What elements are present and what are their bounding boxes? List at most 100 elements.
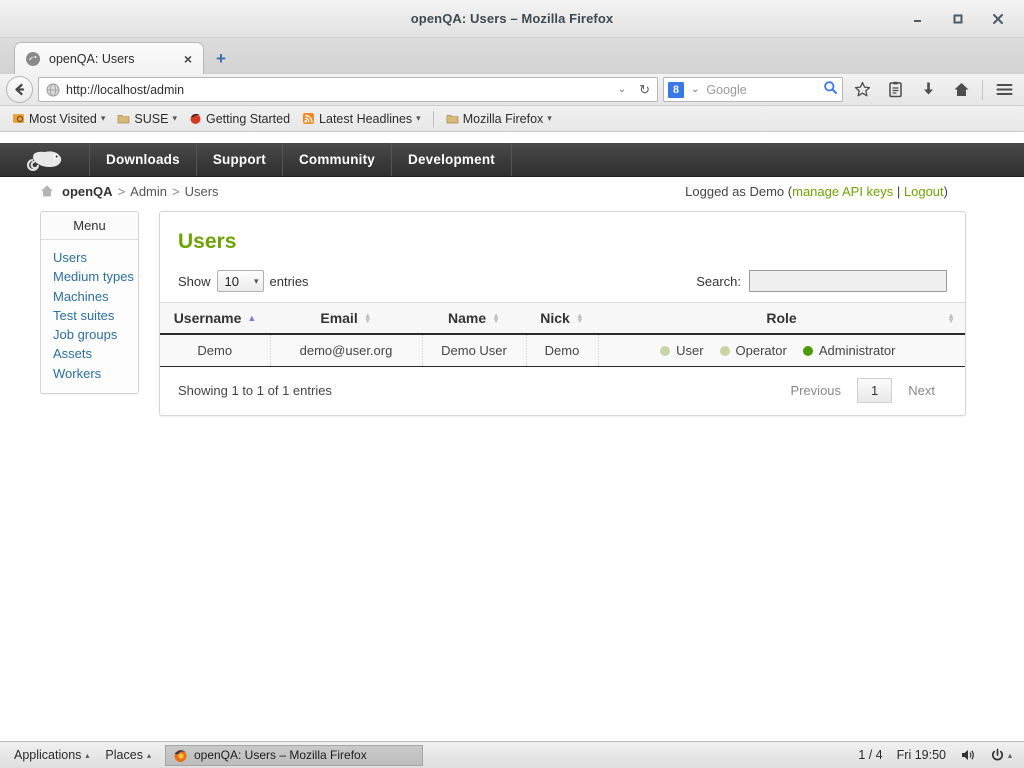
column-header-email[interactable]: Email ▲ ▼: [270, 302, 422, 335]
column-header-username[interactable]: Username ▲: [160, 302, 270, 335]
bookmark-mozilla-firefox[interactable]: Mozilla Firefox ▾: [440, 110, 558, 128]
page-length-control: Show 10 ▾ entries: [178, 270, 309, 292]
taskbar-window-firefox[interactable]: openQA: Users – Mozilla Firefox: [164, 744, 423, 766]
home-icon[interactable]: [40, 184, 54, 198]
breadcrumb-separator: >: [117, 183, 126, 199]
role-status-dot: [660, 345, 671, 356]
column-header-name[interactable]: Name ▲ ▼: [422, 302, 526, 335]
sidebar-menu: Menu Users Medium types Machines Test su…: [40, 211, 139, 395]
magnifier-icon[interactable]: [823, 80, 838, 100]
globe-icon: [46, 83, 60, 97]
sort-both-icon: ▲ ▼: [947, 311, 955, 325]
site-nav-downloads[interactable]: Downloads: [90, 143, 197, 176]
breadcrumb-item-admin[interactable]: Admin: [130, 184, 167, 199]
manage-api-keys-link[interactable]: manage API keys: [792, 184, 893, 199]
cell-name: Demo User: [422, 334, 527, 367]
places-menu[interactable]: Places ▴: [97, 748, 159, 762]
sidebar-item-machines[interactable]: Machines: [53, 287, 138, 306]
back-button[interactable]: [6, 76, 33, 103]
column-header-role[interactable]: Role ▲ ▼: [598, 302, 965, 335]
content-area: Menu Users Medium types Machines Test su…: [0, 205, 1024, 416]
volume-icon[interactable]: [960, 748, 976, 762]
logged-as-text: Logged as Demo (: [685, 183, 793, 199]
chevron-down-icon[interactable]: ▾: [172, 113, 177, 124]
desktop-taskbar: Applications ▴ Places ▴ openQA: Users – …: [0, 741, 1024, 768]
pagination-previous[interactable]: Previous: [778, 380, 853, 401]
cell-nick: Demo: [526, 334, 599, 367]
sidebar-item-job-groups[interactable]: Job groups: [53, 325, 138, 344]
openqa-favicon: [25, 51, 41, 67]
site-nav-development[interactable]: Development: [392, 143, 512, 176]
reload-icon[interactable]: ↻: [635, 82, 654, 98]
breadcrumb: openQA > Admin > Users Logged as Demo (m…: [0, 177, 1024, 205]
reader-list-icon[interactable]: [881, 76, 909, 104]
search-bar[interactable]: 8 ⌄ Google: [663, 77, 843, 102]
sidebar-item-medium-types[interactable]: Medium types: [53, 267, 138, 286]
site-nav-community[interactable]: Community: [283, 143, 393, 176]
breadcrumb-item-users[interactable]: Users: [185, 184, 219, 199]
bookmark-label: SUSE: [134, 111, 169, 126]
maximize-icon[interactable]: [938, 0, 978, 38]
bookmark-suse[interactable]: SUSE ▾: [111, 110, 183, 128]
breadcrumb-root[interactable]: openQA: [62, 184, 113, 199]
search-input[interactable]: [749, 270, 947, 292]
firefox-icon: [189, 112, 202, 125]
bookmarks-separator: [432, 110, 434, 127]
site-nav-support[interactable]: Support: [197, 143, 283, 176]
sidebar-item-test-suites[interactable]: Test suites: [53, 306, 138, 325]
sidebar-item-assets[interactable]: Assets: [53, 344, 138, 363]
sidebar-item-workers[interactable]: Workers: [53, 364, 138, 383]
role-user[interactable]: User: [660, 343, 704, 358]
applications-menu[interactable]: Applications ▴: [6, 748, 97, 762]
column-header-nick[interactable]: Nick ▲ ▼: [526, 302, 598, 335]
table-controls: Show 10 ▾ entries Search:: [160, 264, 965, 302]
toolbar-separator: [982, 79, 983, 100]
downloads-icon[interactable]: [914, 76, 942, 104]
table-row[interactable]: Demo demo@user.org Demo User Demo User O…: [160, 334, 965, 367]
bookmark-star-icon[interactable]: [848, 76, 876, 104]
sort-asc-icon: ▲: [247, 313, 257, 323]
pagination-page-1[interactable]: 1: [857, 378, 893, 403]
table-search: Search:: [696, 270, 947, 292]
opensuse-chameleon-logo[interactable]: [0, 143, 90, 176]
role-label: Operator: [735, 343, 787, 358]
search-engine-chevron-down-icon[interactable]: ⌄: [688, 84, 702, 95]
home-icon[interactable]: [947, 76, 975, 104]
pagination-next[interactable]: Next: [896, 380, 947, 401]
address-bar[interactable]: http://localhost/admin ⌄ ↻: [38, 77, 658, 102]
tab-strip: openQA: Users × +: [0, 38, 1024, 74]
workspace-indicator[interactable]: 1 / 4: [858, 748, 882, 762]
show-suffix-label: entries: [269, 273, 309, 289]
power-icon[interactable]: ▴: [990, 748, 1012, 763]
role-administrator[interactable]: Administrator: [802, 343, 895, 358]
taskbar-window-title: openQA: Users – Mozilla Firefox: [193, 748, 367, 762]
role-operator[interactable]: Operator: [719, 343, 787, 358]
sort-both-icon: ▲ ▼: [492, 311, 501, 325]
browser-tab-openqa-users[interactable]: openQA: Users ×: [14, 42, 204, 74]
menu-hamburger-icon[interactable]: [990, 76, 1018, 104]
close-icon[interactable]: [978, 0, 1018, 38]
chevron-down-icon[interactable]: ▾: [101, 113, 106, 124]
breadcrumb-items: openQA > Admin > Users: [62, 184, 219, 199]
google-engine-icon[interactable]: 8: [668, 81, 684, 98]
tab-title: openQA: Users: [49, 51, 135, 66]
chevron-down-icon[interactable]: ▾: [416, 113, 421, 124]
cell-roles: User Operator Administrator: [598, 334, 965, 367]
applications-label: Applications: [14, 748, 82, 762]
new-tab-button[interactable]: +: [208, 44, 234, 74]
page-viewport: Downloads Support Community Development …: [0, 143, 1024, 741]
chevron-down-icon[interactable]: ⌄: [615, 84, 629, 95]
sidebar-heading: Menu: [41, 212, 138, 240]
firefox-icon: [173, 748, 188, 763]
site-navbar: Downloads Support Community Development: [0, 143, 1024, 177]
logout-link[interactable]: Logout: [904, 184, 944, 199]
chevron-down-icon[interactable]: ▾: [547, 113, 552, 124]
bookmark-getting-started[interactable]: Getting Started: [183, 110, 296, 128]
bookmark-most-visited[interactable]: Most Visited ▾: [6, 110, 111, 128]
bookmark-latest-headlines[interactable]: Latest Headlines ▾: [296, 110, 427, 128]
minimize-icon[interactable]: [898, 0, 938, 38]
tab-close-icon[interactable]: ×: [181, 52, 195, 66]
clock[interactable]: Fri 19:50: [897, 748, 946, 762]
sidebar-item-users[interactable]: Users: [53, 248, 138, 267]
page-length-select[interactable]: 10 ▾: [216, 270, 264, 292]
